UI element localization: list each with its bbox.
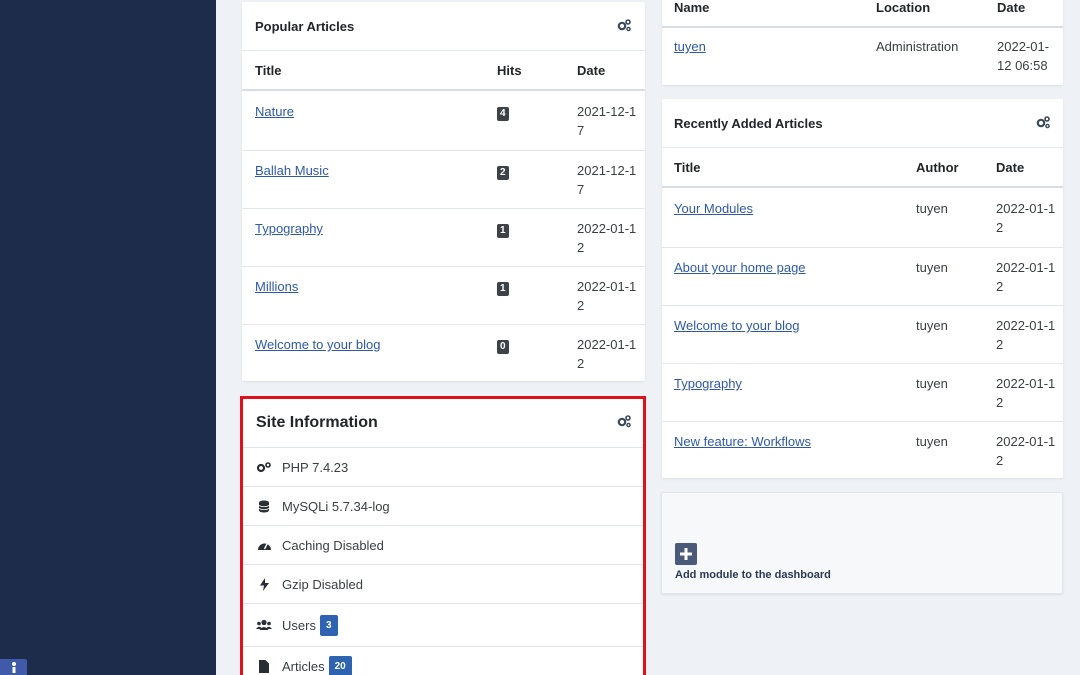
table-row: Your Modules tuyen 2022-01-12 xyxy=(662,189,1063,247)
table-header-row: Name Location Date xyxy=(662,0,1063,28)
caching-text: Caching Disabled xyxy=(282,537,384,553)
article-date: 2021-12-17 xyxy=(577,163,637,197)
article-link[interactable]: New feature: Workflows xyxy=(674,432,811,451)
article-date: 2022-01-12 xyxy=(996,376,1056,410)
article-date: 2022-01-12 xyxy=(996,260,1056,294)
hits-badge: 0 xyxy=(497,340,509,354)
article-author: tuyen xyxy=(916,260,948,275)
users-text: Users xyxy=(282,617,316,633)
article-link[interactable]: Ballah Music xyxy=(255,161,329,180)
table-row: tuyen Administration 2022-01-12 06:58 xyxy=(662,30,1063,85)
plus-square-icon xyxy=(675,543,697,565)
article-link[interactable]: About your home page xyxy=(674,258,806,277)
articles-count-badge: 20 xyxy=(328,656,352,675)
article-link[interactable]: Welcome to your blog xyxy=(674,316,800,335)
card-title: Recently Added Articles xyxy=(674,115,823,131)
article-author: tuyen xyxy=(916,434,948,449)
users-icon xyxy=(256,619,272,631)
column-header-date: Date xyxy=(996,160,1025,175)
table-row: Welcome to your blog 0 2022-01-12 xyxy=(242,324,645,381)
table-row: Typography tuyen 2022-01-12 xyxy=(662,363,1063,421)
table-row: Typography 1 2022-01-12 xyxy=(242,208,645,266)
table-header-row: Title Author Date xyxy=(662,147,1063,188)
article-date: 2022-01-12 xyxy=(577,221,637,255)
article-link[interactable]: Typography xyxy=(255,219,323,238)
column-header-title: Title xyxy=(255,63,282,78)
article-link[interactable]: Nature xyxy=(255,102,294,121)
article-date: 2022-01-12 xyxy=(996,318,1056,352)
caching-item: Caching Disabled xyxy=(243,525,643,564)
article-date: 2021-12-17 xyxy=(577,104,637,138)
article-author: tuyen xyxy=(916,201,948,216)
table-row: About your home page tuyen 2022-01-12 xyxy=(662,247,1063,305)
user-location: Administration xyxy=(876,39,959,54)
article-date: 2022-01-12 xyxy=(996,201,1056,235)
article-author: tuyen xyxy=(916,318,948,333)
popular-articles-card: Popular Articles Title Hits Date Nature … xyxy=(242,2,645,381)
article-date: 2022-01-12 xyxy=(996,434,1056,468)
speedometer-icon xyxy=(256,539,272,551)
database-version-item: MySQLi 5.7.34-log xyxy=(243,486,643,525)
article-date: 2022-01-12 xyxy=(577,337,637,371)
column-header-date: Date xyxy=(577,63,606,78)
add-module-card[interactable]: Add module to the dashboard xyxy=(661,492,1063,594)
add-module-label: Add module to the dashboard xyxy=(675,569,831,581)
card-title: Site Information xyxy=(256,414,378,431)
file-icon xyxy=(256,660,272,673)
table-row: Millions 1 2022-01-12 xyxy=(242,266,645,324)
article-date: 2022-01-12 xyxy=(577,279,637,313)
sidebar xyxy=(0,0,216,675)
card-title: Popular Articles xyxy=(255,18,355,34)
hits-badge: 1 xyxy=(497,224,509,238)
recently-added-header: Recently Added Articles xyxy=(662,99,1063,147)
articles-text: Articles xyxy=(282,659,325,674)
add-module-button[interactable]: Add module to the dashboard xyxy=(675,543,831,581)
popular-articles-header: Popular Articles xyxy=(242,2,645,50)
database-version-text: MySQLi 5.7.34-log xyxy=(282,498,390,514)
hits-badge: 2 xyxy=(497,166,509,180)
table-row: Welcome to your blog tuyen 2022-01-12 xyxy=(662,305,1063,363)
user-menu-button[interactable] xyxy=(0,659,27,675)
gzip-item: Gzip Disabled xyxy=(243,564,643,603)
column-header-name: Name xyxy=(674,0,710,15)
column-header-date: Date xyxy=(997,0,1026,15)
users-count-badge: 3 xyxy=(319,614,338,636)
table-header-row: Title Hits Date xyxy=(242,50,645,91)
options-gear-icon[interactable] xyxy=(616,414,632,433)
cogs-icon xyxy=(256,461,272,473)
user-link[interactable]: tuyen xyxy=(674,37,706,56)
users-item: Users 3 xyxy=(243,603,643,646)
php-version-item: PHP 7.4.23 xyxy=(243,447,643,486)
column-header-title: Title xyxy=(674,160,701,175)
options-gear-icon[interactable] xyxy=(1035,115,1051,132)
options-gear-icon[interactable] xyxy=(616,18,632,35)
gzip-text: Gzip Disabled xyxy=(282,576,363,592)
article-link[interactable]: Your Modules xyxy=(674,199,753,218)
column-header-hits: Hits xyxy=(497,63,522,78)
articles-item: Articles 20 xyxy=(243,646,643,675)
table-row: Nature 4 2021-12-17 xyxy=(242,92,645,150)
column-header-author: Author xyxy=(916,160,959,175)
database-icon xyxy=(256,500,272,513)
site-information-header: Site Information xyxy=(243,399,643,447)
article-link[interactable]: Typography xyxy=(674,374,742,393)
user-icon xyxy=(11,662,16,673)
hits-badge: 4 xyxy=(497,107,509,121)
hits-badge: 1 xyxy=(497,282,509,296)
table-row: Ballah Music 2 2021-12-17 xyxy=(242,150,645,208)
table-row: New feature: Workflows tuyen 2022-01-12 xyxy=(662,421,1063,478)
logged-in-users-card: Name Location Date tuyen Administration … xyxy=(662,0,1063,85)
php-version-text: PHP 7.4.23 xyxy=(282,459,349,475)
login-date: 2022-01-12 06:58 xyxy=(997,39,1050,73)
column-header-location: Location xyxy=(876,0,931,15)
recently-added-articles-card: Recently Added Articles Title Author Dat… xyxy=(662,99,1063,478)
article-link[interactable]: Millions xyxy=(255,277,298,296)
article-author: tuyen xyxy=(916,376,948,391)
site-information-card: Site Information PHP 7.4.23 MySQLi 5.7.3… xyxy=(243,399,643,675)
bolt-icon xyxy=(256,577,272,591)
article-link[interactable]: Welcome to your blog xyxy=(255,335,381,354)
